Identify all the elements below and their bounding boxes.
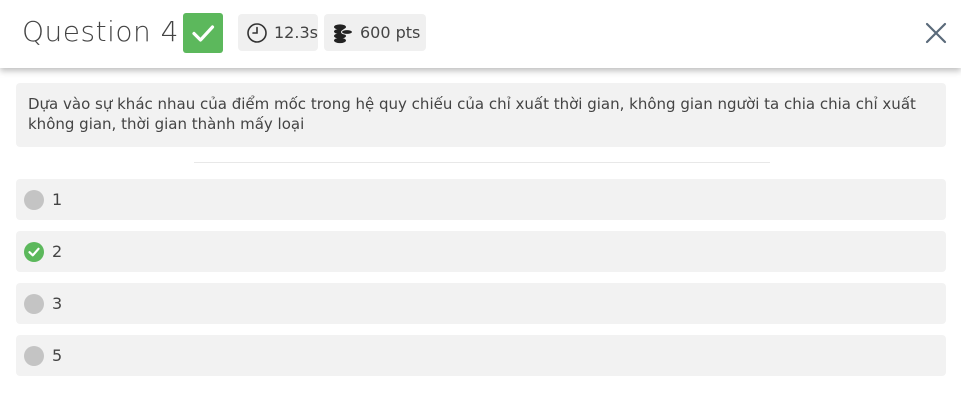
points-value: 600 pts [360, 23, 421, 42]
answer-label: 1 [52, 190, 63, 209]
close-icon[interactable] [923, 20, 949, 46]
time-chip: 12.3s [238, 14, 318, 51]
modal-header: Question 4 12.3s 600 pts [0, 0, 961, 68]
answer-label: 5 [52, 346, 63, 365]
question-modal: Question 4 12.3s 600 pts Dựa vào sự khác… [0, 0, 961, 416]
radio-icon [24, 293, 44, 314]
answer-option-4[interactable]: 5 [16, 335, 946, 376]
correct-badge [183, 13, 223, 53]
check-circle-icon [24, 241, 44, 262]
question-text-box: Dựa vào sự khác nhau của điểm mốc trong … [16, 83, 946, 147]
close-button[interactable] [923, 20, 949, 46]
radio-icon [24, 189, 44, 210]
answer-label: 3 [52, 294, 63, 313]
answer-option-3[interactable]: 3 [16, 283, 946, 324]
check-icon [192, 25, 215, 42]
answer-option-2[interactable]: 2 [16, 231, 946, 272]
answer-label: 2 [52, 242, 63, 261]
divider [194, 162, 770, 163]
time-value: 12.3s [274, 23, 318, 42]
coins-icon [332, 22, 354, 44]
answer-option-1[interactable]: 1 [16, 179, 946, 220]
question-title: Question 4 [22, 15, 179, 48]
radio-icon [24, 345, 44, 366]
clock-icon [246, 22, 268, 44]
question-text: Dựa vào sự khác nhau của điểm mốc trong … [28, 95, 916, 133]
points-chip: 600 pts [324, 14, 426, 51]
